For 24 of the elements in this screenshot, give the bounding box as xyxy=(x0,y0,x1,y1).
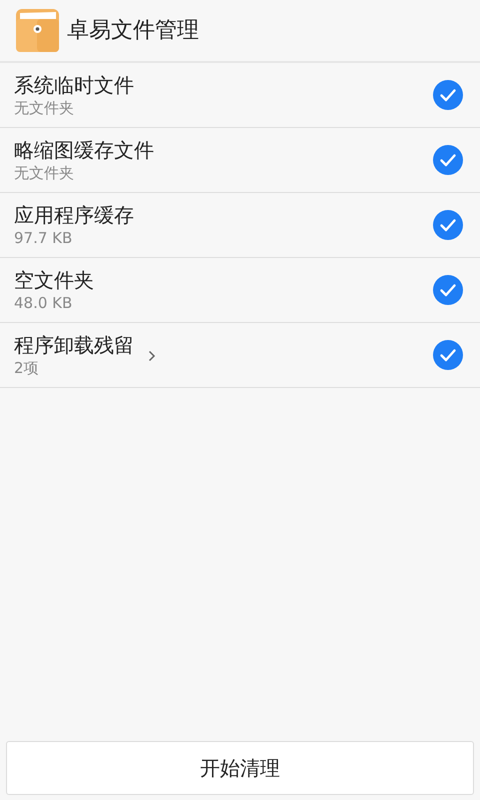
item-detail: 48.0 KB xyxy=(14,293,74,313)
checkbox[interactable] xyxy=(433,80,463,110)
list-item[interactable]: 系统临时文件 无文件夹 xyxy=(0,63,480,128)
list-item[interactable]: 略缩图缓存文件 无文件夹 xyxy=(0,128,480,193)
list-item[interactable]: 空文件夹 48.0 KB xyxy=(0,258,480,323)
folder-icon xyxy=(16,9,59,52)
list-item[interactable]: 程序卸载残留 2项 xyxy=(0,323,480,388)
list-item[interactable]: 应用程序缓存 97.7 KB xyxy=(0,193,480,258)
start-clean-button[interactable]: 开始清理 xyxy=(6,741,474,795)
item-title: 略缩图缓存文件 xyxy=(14,137,154,163)
item-title: 空文件夹 xyxy=(14,267,94,293)
item-detail: 无文件夹 xyxy=(14,98,75,118)
item-title: 系统临时文件 xyxy=(14,72,134,98)
item-detail: 2项 xyxy=(14,358,40,378)
item-detail: 无文件夹 xyxy=(14,163,75,183)
item-title: 程序卸载残留 xyxy=(14,332,134,358)
item-detail: 97.7 KB xyxy=(14,228,74,248)
checkbox[interactable] xyxy=(433,210,463,240)
item-title: 应用程序缓存 xyxy=(14,202,134,228)
checkbox[interactable] xyxy=(433,340,463,370)
app-title: 卓易文件管理 xyxy=(67,17,199,45)
checkbox[interactable] xyxy=(433,145,463,175)
chevron-icon xyxy=(148,350,156,362)
checkbox[interactable] xyxy=(433,275,463,305)
